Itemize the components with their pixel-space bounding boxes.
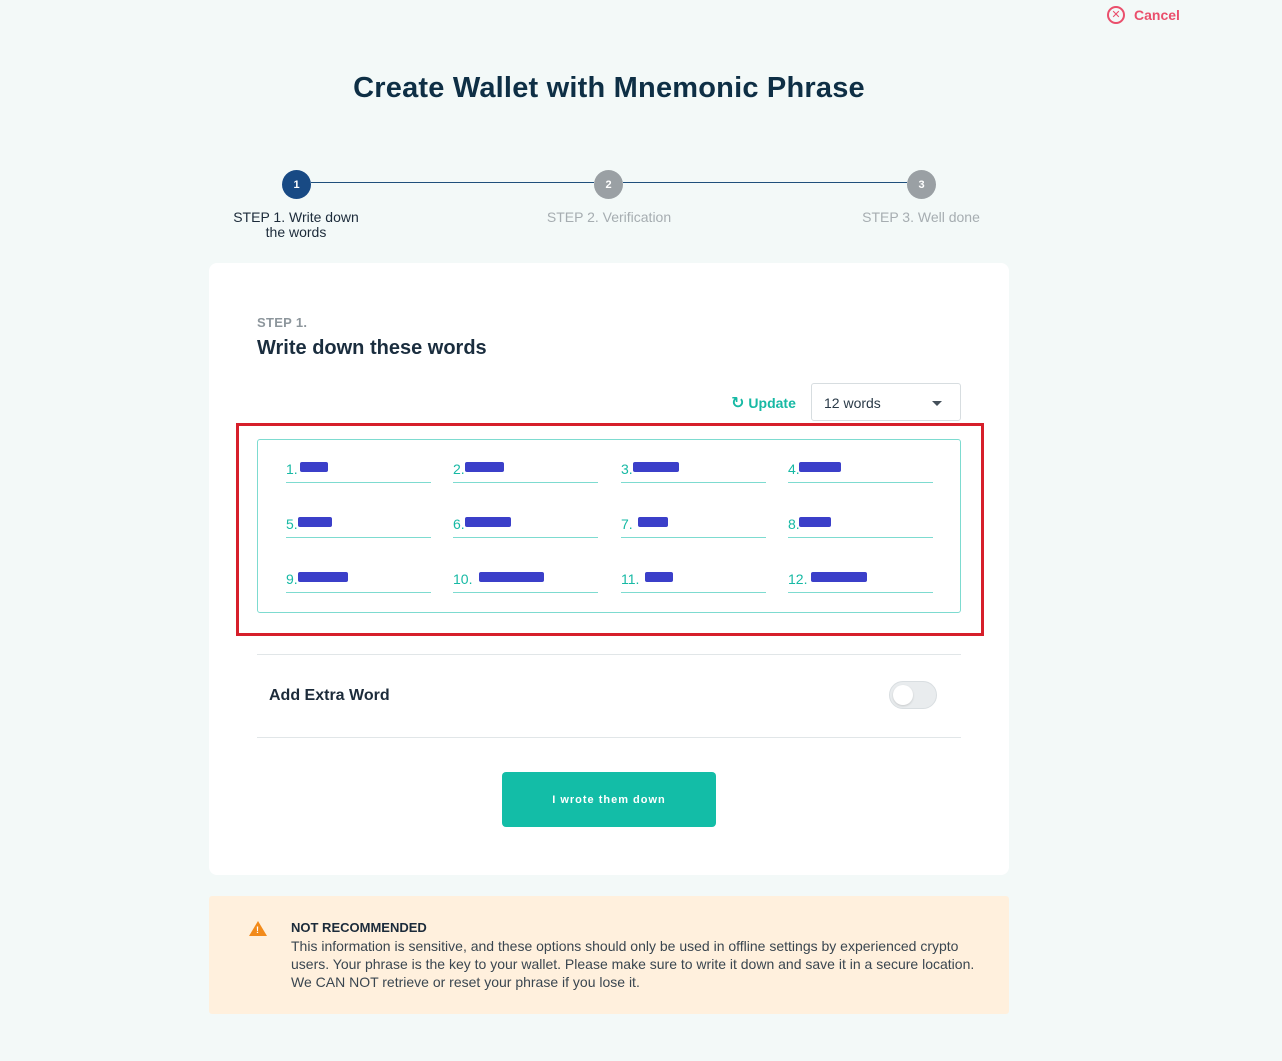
page-title: Create Wallet with Mnemonic Phrase [353,72,865,104]
update-button[interactable]: ↻ Update [731,393,796,413]
extra-word-toggle[interactable] [889,681,937,709]
divider [257,737,961,738]
stepper-connector [623,182,907,183]
word-count-select[interactable]: 12 words [811,383,961,421]
step-3-indicator: 3 [907,170,936,199]
step-3-label: STEP 3. Well done [862,209,980,225]
wrote-them-down-button[interactable]: I wrote them down [502,772,716,827]
warning-icon: ! [249,921,267,936]
add-extra-word-label: Add Extra Word [269,687,390,704]
stepper-connector [311,182,594,183]
divider [257,654,961,655]
highlight-annotation-box [236,423,984,636]
toggle-knob [893,685,913,705]
warning-title: NOT RECOMMENDED [291,920,427,935]
word-count-value: 12 words [824,395,881,411]
step-1-label: STEP 1. Write down the words [216,210,376,240]
step-1-label-line1: STEP 1. Write down [233,209,359,225]
refresh-icon: ↻ [731,395,745,412]
step-1-indicator: 1 [282,170,311,199]
step-2-label: STEP 2. Verification [546,209,672,225]
step-caption: STEP 1. [257,315,308,330]
step-1-label-line2: the words [265,224,327,240]
update-label: Update [748,395,796,411]
step-2-indicator: 2 [594,170,623,199]
warning-text: This information is sensitive, and these… [291,938,975,990]
close-circle-icon: ✕ [1107,6,1125,24]
warning-banner: ! NOT RECOMMENDED This information is se… [209,896,1009,1014]
chevron-down-icon [932,401,942,406]
cancel-label: Cancel [1134,7,1180,23]
cancel-button[interactable]: ✕ Cancel [1107,6,1180,24]
card-heading: Write down these words [257,337,487,359]
